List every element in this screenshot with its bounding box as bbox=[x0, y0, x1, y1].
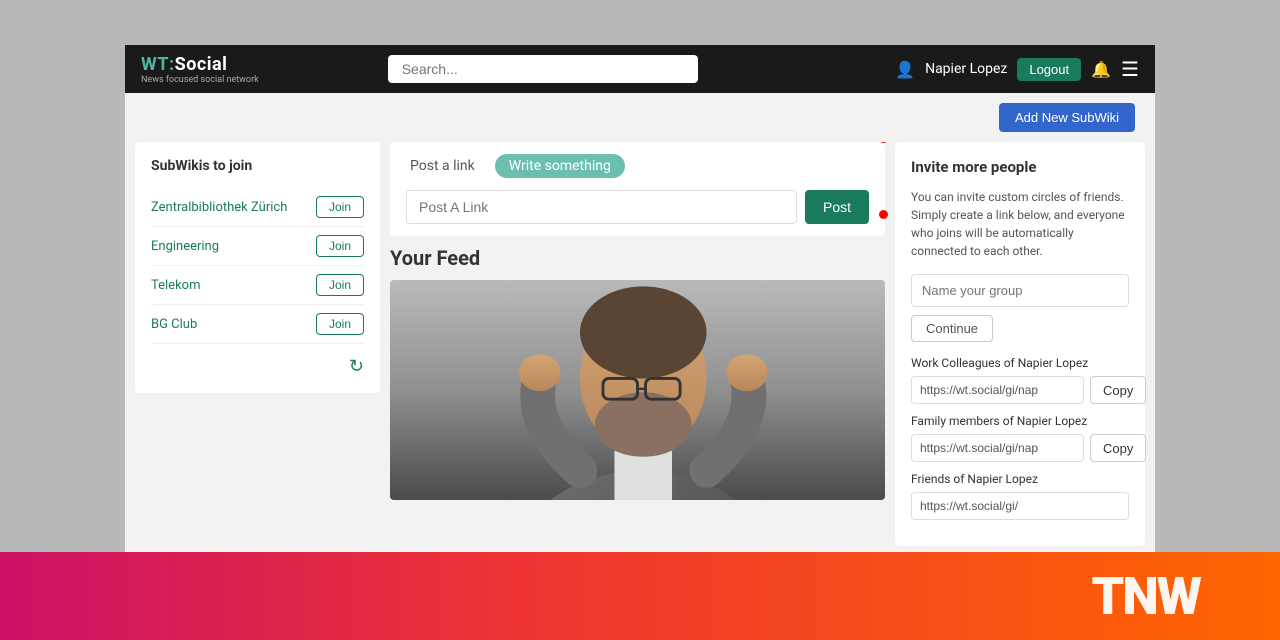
nav-right: 👤 Napier Lopez Logout 🔔 ☰ bbox=[895, 57, 1139, 81]
join-button-2[interactable]: Join bbox=[316, 274, 364, 296]
bottom-overlay: TNW bbox=[0, 552, 1280, 640]
post-button[interactable]: Post bbox=[805, 190, 869, 224]
group-name-input[interactable] bbox=[911, 274, 1129, 307]
refresh-icon[interactable]: ↻ bbox=[151, 356, 364, 377]
add-subwiki-button[interactable]: Add New SubWiki bbox=[999, 103, 1135, 132]
invite-link-input-2[interactable] bbox=[911, 492, 1129, 520]
navbar: WT:Social News focused social network 👤 … bbox=[125, 45, 1155, 93]
feed-image-svg bbox=[390, 280, 885, 500]
sidebar-right: Invite more people You can invite custom… bbox=[895, 142, 1145, 546]
subwiki-name-1[interactable]: Engineering bbox=[151, 239, 219, 254]
composer-input-row: Post bbox=[406, 190, 869, 224]
post-link-input[interactable] bbox=[406, 190, 797, 224]
copy-button-0[interactable]: Copy bbox=[1090, 376, 1146, 404]
list-item: Zentralbibliothek Zürich Join bbox=[151, 188, 364, 227]
tab-write-something[interactable]: Write something bbox=[495, 154, 625, 178]
invite-title: Invite more people bbox=[911, 158, 1129, 176]
subwikis-title: SubWikis to join bbox=[151, 158, 364, 174]
invite-group-label-2: Friends of Napier Lopez bbox=[911, 472, 1129, 486]
copy-button-1[interactable]: Copy bbox=[1090, 434, 1146, 462]
search-bar[interactable] bbox=[388, 55, 698, 83]
dot-indicator-middle bbox=[879, 210, 888, 219]
invite-description: You can invite custom circles of friends… bbox=[911, 188, 1129, 260]
tnw-logo: TNW bbox=[1091, 566, 1200, 627]
invite-link-row-1: Copy bbox=[911, 434, 1129, 462]
list-item: Telekom Join bbox=[151, 266, 364, 305]
continue-button[interactable]: Continue bbox=[911, 315, 993, 342]
search-input[interactable] bbox=[388, 55, 698, 83]
logo-wt: WT: bbox=[141, 54, 175, 75]
invite-group-label-1: Family members of Napier Lopez bbox=[911, 414, 1129, 428]
top-action-bar: Add New SubWiki bbox=[125, 93, 1155, 142]
subwiki-name-2[interactable]: Telekom bbox=[151, 278, 200, 293]
menu-icon[interactable]: ☰ bbox=[1121, 57, 1139, 81]
invite-link-row-2 bbox=[911, 492, 1129, 520]
list-item: Engineering Join bbox=[151, 227, 364, 266]
feed-title: Your Feed bbox=[390, 246, 885, 270]
invite-link-row-0: Copy bbox=[911, 376, 1129, 404]
invite-group-label-0: Work Colleagues of Napier Lopez bbox=[911, 356, 1129, 370]
join-button-0[interactable]: Join bbox=[316, 196, 364, 218]
join-button-1[interactable]: Join bbox=[316, 235, 364, 257]
bell-icon[interactable]: 🔔 bbox=[1091, 60, 1111, 79]
subwiki-name-0[interactable]: Zentralbibliothek Zürich bbox=[151, 200, 287, 215]
tab-post-link[interactable]: Post a link bbox=[406, 156, 479, 176]
join-button-3[interactable]: Join bbox=[316, 313, 364, 335]
logo-title: WT:Social bbox=[141, 54, 271, 75]
logo-subtitle: News focused social network bbox=[141, 75, 271, 85]
logout-button[interactable]: Logout bbox=[1017, 58, 1081, 81]
composer-tabs: Post a link Write something bbox=[406, 154, 869, 178]
post-composer: Post a link Write something Post bbox=[390, 142, 885, 236]
list-item: BG Club Join bbox=[151, 305, 364, 344]
logo: WT:Social News focused social network bbox=[141, 54, 271, 85]
subwiki-name-3[interactable]: BG Club bbox=[151, 317, 197, 332]
username: Napier Lopez bbox=[925, 61, 1007, 77]
invite-link-input-0[interactable] bbox=[911, 376, 1084, 404]
invite-link-input-1[interactable] bbox=[911, 434, 1084, 462]
feed-image bbox=[390, 280, 885, 500]
user-icon: 👤 bbox=[895, 60, 915, 79]
logo-social: Social bbox=[175, 54, 228, 75]
sidebar-left: SubWikis to join Zentralbibliothek Züric… bbox=[135, 142, 380, 393]
feed-image-content bbox=[390, 280, 885, 500]
